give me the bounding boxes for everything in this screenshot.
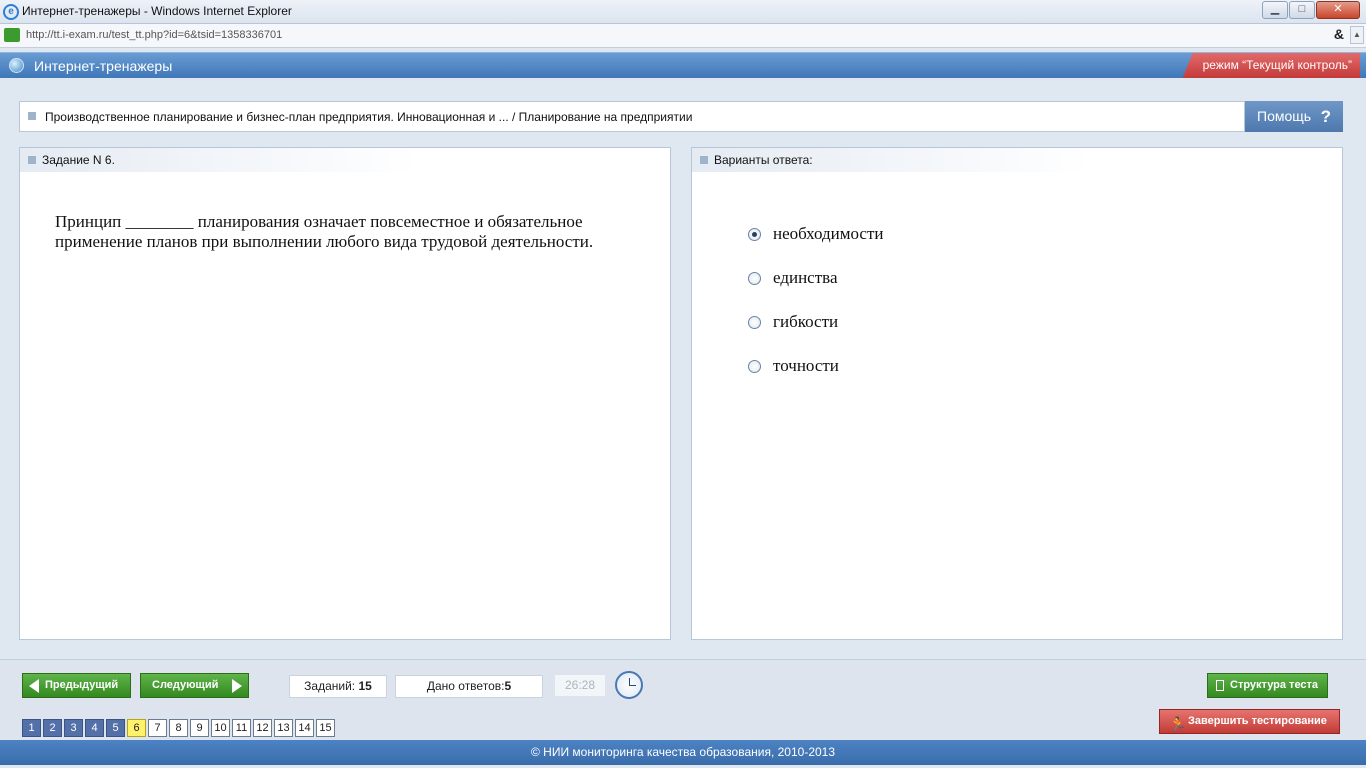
globe-icon bbox=[9, 58, 24, 73]
footer: © НИИ мониторинга качества образования, … bbox=[0, 740, 1366, 765]
mode-badge: режим “Текущий контроль” bbox=[1182, 53, 1360, 78]
page-button[interactable]: 4 bbox=[85, 719, 104, 737]
maximize-button[interactable]: □ bbox=[1289, 1, 1315, 19]
radio-button[interactable] bbox=[748, 227, 761, 241]
tasks-count-value: 15 bbox=[358, 679, 372, 693]
answer-label[interactable]: единства bbox=[773, 268, 838, 288]
answers-header: Варианты ответа: bbox=[714, 153, 813, 167]
page-button[interactable]: 12 bbox=[253, 719, 272, 737]
tasks-count-box: Заданий: 15 bbox=[289, 675, 387, 698]
url-field[interactable]: http://tt.i-exam.ru/test_tt.php?id=6&tsi… bbox=[26, 29, 282, 41]
answers-panel: Варианты ответа: необходимости единства … bbox=[691, 147, 1343, 640]
bottom-toolbar: Предыдущий Следующий Заданий: 15 Дано от… bbox=[0, 659, 1366, 740]
window-titlebar: e Интернет-тренажеры - Windows Internet … bbox=[0, 0, 1366, 24]
answers-count-box: Дано ответов:5 bbox=[395, 675, 543, 698]
page-button[interactable]: 15 bbox=[316, 719, 335, 737]
page-button[interactable]: 1 bbox=[22, 719, 41, 737]
next-button[interactable]: Следующий bbox=[140, 673, 249, 698]
answer-option[interactable]: единства bbox=[748, 256, 884, 300]
radio-button[interactable] bbox=[748, 271, 761, 285]
page-button[interactable]: 5 bbox=[106, 719, 125, 737]
runner-icon: 🏃 bbox=[1169, 716, 1187, 732]
next-label: Следующий bbox=[152, 679, 219, 691]
page-button[interactable]: 14 bbox=[295, 719, 314, 737]
minimize-button[interactable]: ▁ bbox=[1262, 1, 1288, 19]
task-pagination: 1 2 3 4 5 6 7 8 9 10 11 12 13 14 15 bbox=[22, 719, 337, 737]
page-button[interactable]: 3 bbox=[64, 719, 83, 737]
question-text: Принцип ________ планирования означает п… bbox=[55, 212, 594, 251]
document-icon bbox=[1216, 680, 1224, 691]
arrow-left-icon bbox=[29, 679, 39, 693]
scroll-up-icon[interactable]: ▲ bbox=[1350, 26, 1364, 44]
clock-icon bbox=[615, 671, 643, 699]
bullet-square-icon bbox=[700, 156, 708, 164]
answers-panel-header: Варианты ответа: bbox=[692, 148, 1092, 172]
browser-tools-icon[interactable]: & bbox=[1334, 26, 1344, 42]
help-button[interactable]: Помощь ? bbox=[1245, 101, 1343, 132]
test-structure-button[interactable]: Структура теста bbox=[1207, 673, 1328, 698]
window-controls: ▁ □ ✕ bbox=[1261, 1, 1360, 19]
site-favicon-icon bbox=[4, 28, 20, 42]
test-structure-label: Структура теста bbox=[1230, 679, 1319, 691]
answer-option[interactable]: точности bbox=[748, 344, 884, 388]
page-button[interactable]: 7 bbox=[148, 719, 167, 737]
page-button[interactable]: 10 bbox=[211, 719, 230, 737]
answers-count-label: Дано ответов: bbox=[426, 679, 505, 693]
answer-option[interactable]: гибкости bbox=[748, 300, 884, 344]
answer-label[interactable]: гибкости bbox=[773, 312, 838, 332]
app-title: Интернет-тренажеры bbox=[34, 58, 173, 74]
help-label: Помощь bbox=[1257, 108, 1312, 124]
page-button[interactable]: 6 bbox=[127, 719, 146, 737]
answer-option[interactable]: необходимости bbox=[748, 212, 884, 256]
radio-button[interactable] bbox=[748, 359, 761, 373]
tasks-count-label: Заданий: bbox=[304, 679, 356, 693]
task-panel: Задание N 6. Принцип ________ планирован… bbox=[19, 147, 671, 640]
page-button[interactable]: 13 bbox=[274, 719, 293, 737]
timer: 26:28 bbox=[555, 675, 605, 696]
previous-label: Предыдущий bbox=[45, 679, 119, 691]
page-button[interactable]: 9 bbox=[190, 719, 209, 737]
answer-label[interactable]: необходимости bbox=[773, 224, 884, 244]
task-panel-header: Задание N 6. bbox=[20, 148, 420, 172]
task-number: Задание N 6. bbox=[42, 153, 115, 167]
bullet-square-icon bbox=[28, 156, 36, 164]
question-mark-icon: ? bbox=[1320, 107, 1331, 126]
breadcrumb-text: Производственное планирование и бизнес-п… bbox=[45, 110, 693, 124]
breadcrumb: Производственное планирование и бизнес-п… bbox=[19, 101, 1245, 132]
page-button[interactable]: 11 bbox=[232, 719, 251, 737]
answer-label[interactable]: точности bbox=[773, 356, 839, 376]
finish-test-label: Завершить тестирование bbox=[1188, 715, 1327, 727]
radio-button[interactable] bbox=[748, 315, 761, 329]
window-title: Интернет-тренажеры - Windows Internet Ex… bbox=[22, 4, 292, 18]
ie-logo-icon: e bbox=[3, 4, 19, 20]
bullet-square-icon bbox=[28, 112, 36, 120]
answer-options: необходимости единства гибкости точности bbox=[748, 212, 884, 388]
address-bar: http://tt.i-exam.ru/test_tt.php?id=6&tsi… bbox=[0, 24, 1366, 48]
answers-count-value: 5 bbox=[504, 679, 512, 693]
page-button[interactable]: 8 bbox=[169, 719, 188, 737]
arrow-right-icon bbox=[232, 679, 242, 693]
app-header: Интернет-тренажеры режим “Текущий контро… bbox=[0, 52, 1366, 78]
close-button[interactable]: ✕ bbox=[1316, 1, 1360, 19]
finish-test-button[interactable]: 🏃 Завершить тестирование bbox=[1159, 709, 1340, 734]
page-button[interactable]: 2 bbox=[43, 719, 62, 737]
previous-button[interactable]: Предыдущий bbox=[22, 673, 131, 698]
